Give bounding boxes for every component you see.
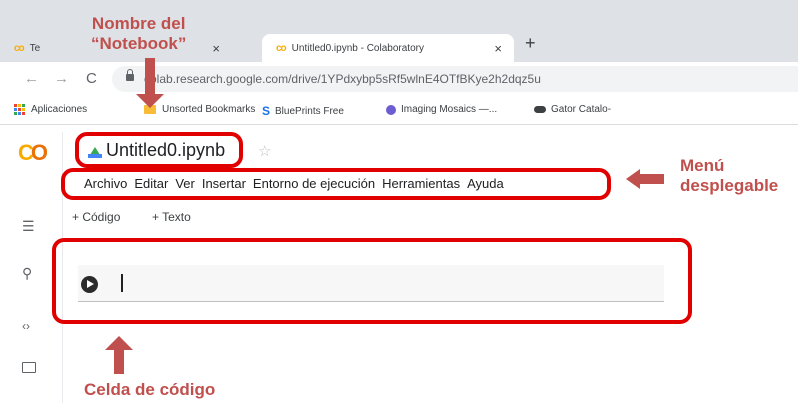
apps-grid-icon: [14, 104, 25, 115]
highlight-notebook-title: [75, 132, 243, 168]
files-folder-icon[interactable]: [22, 362, 36, 373]
annotation-code-cell: Celda de código: [84, 380, 216, 399]
browser-tab-active[interactable]: co Untitled0.ipynb - Colaboratory ×: [262, 34, 514, 62]
address-bar[interactable]: colab.research.google.com/drive/1YPdxybp…: [112, 66, 798, 92]
highlight-code-cell: [52, 238, 692, 324]
annotation-notebook-name: Nombre del “Notebook”: [91, 14, 187, 53]
bookmark-label: Aplicaciones: [31, 104, 88, 115]
new-tab-button[interactable]: +: [525, 33, 536, 54]
bookmark-label: BluePrints Free: [275, 105, 344, 117]
highlight-menu-bar: [61, 168, 611, 200]
forward-arrow-icon[interactable]: →: [54, 70, 69, 87]
arrow-down-icon: [136, 94, 164, 108]
back-arrow-icon[interactable]: ←: [24, 70, 39, 87]
bookmark-blueprints[interactable]: S BluePrints Free: [262, 104, 344, 118]
bookmark-label: Unsorted Bookmarks: [162, 104, 256, 115]
lock-icon[interactable]: [126, 69, 134, 81]
arrow-up-shaft: [114, 350, 124, 374]
close-icon[interactable]: ×: [494, 41, 502, 56]
reload-icon[interactable]: C: [86, 70, 97, 87]
gator-icon: [534, 106, 546, 113]
colab-logo[interactable]: CO: [18, 140, 48, 166]
url-text: colab.research.google.com/drive/1YPdxybp…: [144, 72, 541, 86]
colab-favicon-icon: co: [276, 42, 287, 54]
add-code-button[interactable]: + Código: [72, 210, 120, 224]
blueprints-icon: S: [262, 104, 271, 118]
annotation-menu: Menú desplegable: [680, 156, 779, 195]
tab-title: Untitled0.ipynb - Colaboratory: [291, 42, 424, 54]
arrow-down-shaft: [145, 58, 155, 94]
colab-logo-o: O: [30, 140, 48, 165]
bookmark-label: Imaging Mosaics —...: [401, 104, 498, 115]
add-text-button[interactable]: + Texto: [152, 210, 191, 224]
colab-logo-c: C: [18, 140, 34, 165]
star-icon[interactable]: ☆: [258, 142, 271, 160]
bookmark-label: Gator Catalo-: [551, 104, 612, 115]
search-icon[interactable]: ⚲: [22, 265, 32, 282]
arrow-up-icon: [105, 336, 133, 350]
bookmark-imaging-mosaics[interactable]: Imaging Mosaics —...: [386, 104, 497, 115]
table-of-contents-icon[interactable]: ☰: [22, 218, 35, 235]
imaging-mosaics-icon: [386, 104, 396, 115]
bookmark-apps[interactable]: Aplicaciones: [14, 104, 87, 115]
close-icon[interactable]: ×: [212, 41, 220, 56]
arrow-left-icon: [626, 169, 640, 189]
tab-title: Te: [29, 42, 41, 54]
code-snippets-icon[interactable]: ‹›: [22, 319, 30, 333]
bookmark-gator[interactable]: Gator Catalo-: [534, 104, 611, 115]
arrow-left-shaft: [640, 174, 664, 184]
colab-favicon-icon: co: [14, 42, 25, 54]
